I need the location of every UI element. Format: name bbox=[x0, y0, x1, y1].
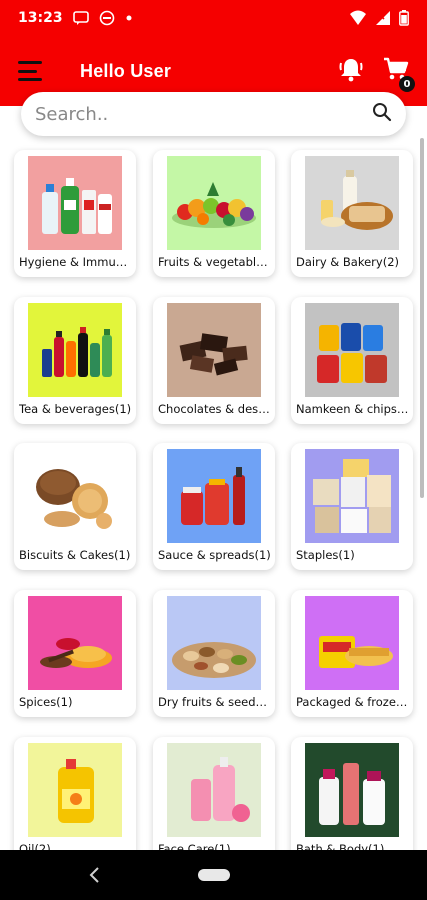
category-card-sauce[interactable]: Sauce & spreads(1) bbox=[153, 443, 275, 570]
biscuits-image bbox=[28, 449, 122, 543]
category-card-fruits[interactable]: Fruits & vegetables(1) bbox=[153, 150, 275, 277]
wifi-icon bbox=[349, 10, 367, 26]
category-label: Bath & Body(1) bbox=[296, 842, 385, 850]
dairy-bakery-image bbox=[305, 156, 399, 250]
beverages-image bbox=[28, 303, 122, 397]
scrollbar[interactable] bbox=[420, 138, 424, 498]
category-card-oil[interactable]: Oil(2) bbox=[14, 737, 136, 850]
category-label: Staples(1) bbox=[296, 548, 355, 562]
status-time: 13:23 bbox=[18, 10, 63, 26]
category-label: Spices(1) bbox=[19, 695, 73, 709]
notification-bell-icon[interactable] bbox=[337, 55, 365, 87]
category-card-dry-fruits[interactable]: Dry fruits & seeds(1) bbox=[153, 590, 275, 717]
category-card-hygiene[interactable]: Hygiene & Immunity(1) bbox=[14, 150, 136, 277]
signal-icon bbox=[375, 10, 391, 26]
dot-icon bbox=[125, 14, 133, 22]
search-input[interactable] bbox=[35, 103, 372, 125]
battery-icon bbox=[399, 10, 409, 26]
category-label: Packaged & frozen(1) bbox=[296, 695, 409, 709]
spices-image bbox=[28, 596, 122, 690]
menu-icon[interactable] bbox=[18, 61, 42, 81]
category-label: Tea & beverages(1) bbox=[19, 402, 132, 416]
system-nav-bar bbox=[0, 850, 427, 900]
category-label: Namkeen & chips(1) bbox=[296, 402, 409, 416]
category-card-spices[interactable]: Spices(1) bbox=[14, 590, 136, 717]
category-card-bath-body[interactable]: Bath & Body(1) bbox=[291, 737, 413, 850]
cart-icon[interactable]: 0 bbox=[383, 56, 415, 92]
chocolates-image bbox=[167, 303, 261, 397]
page-title: Hello User bbox=[80, 60, 172, 81]
category-label: Chocolates & desserts(1) bbox=[158, 402, 271, 416]
staples-image bbox=[305, 449, 399, 543]
category-card-face-care[interactable]: Face Care(1) bbox=[153, 737, 275, 850]
hygiene-products-image bbox=[28, 156, 122, 250]
category-label: Face Care(1) bbox=[158, 842, 231, 850]
category-card-staples[interactable]: Staples(1) bbox=[291, 443, 413, 570]
search-icon[interactable] bbox=[372, 102, 392, 126]
chips-image bbox=[305, 303, 399, 397]
category-card-dairy[interactable]: Dairy & Bakery(2) bbox=[291, 150, 413, 277]
packaged-food-image bbox=[305, 596, 399, 690]
category-card-chocolates[interactable]: Chocolates & desserts(1) bbox=[153, 297, 275, 424]
category-card-namkeen[interactable]: Namkeen & chips(1) bbox=[291, 297, 413, 424]
bath-body-image bbox=[305, 743, 399, 837]
category-label: Dairy & Bakery(2) bbox=[296, 255, 399, 269]
fruits-vegetables-image bbox=[167, 156, 261, 250]
category-card-biscuits[interactable]: Biscuits & Cakes(1) bbox=[14, 443, 136, 570]
category-card-beverages[interactable]: Tea & beverages(1) bbox=[14, 297, 136, 424]
status-bar: 13:23 bbox=[0, 0, 427, 36]
category-label: Fruits & vegetables(1) bbox=[158, 255, 271, 269]
category-label: Oil(2) bbox=[19, 842, 51, 850]
dry-fruits-image bbox=[167, 596, 261, 690]
oil-bottle-image bbox=[28, 743, 122, 837]
category-card-packaged[interactable]: Packaged & frozen(1) bbox=[291, 590, 413, 717]
cart-count-badge: 0 bbox=[399, 76, 415, 92]
search-bar bbox=[21, 92, 406, 136]
no-disturb-icon bbox=[99, 10, 115, 26]
back-icon[interactable] bbox=[88, 866, 102, 888]
category-label: Hygiene & Immunity(1) bbox=[19, 255, 132, 269]
home-button[interactable] bbox=[197, 869, 230, 881]
sauce-image bbox=[167, 449, 261, 543]
category-label: Dry fruits & seeds(1) bbox=[158, 695, 271, 709]
category-grid: Hygiene & Immunity(1) Fruits & vegetable… bbox=[0, 145, 427, 850]
face-care-image bbox=[167, 743, 261, 837]
message-icon bbox=[72, 10, 89, 26]
category-label: Biscuits & Cakes(1) bbox=[19, 548, 131, 562]
category-label: Sauce & spreads(1) bbox=[158, 548, 271, 562]
